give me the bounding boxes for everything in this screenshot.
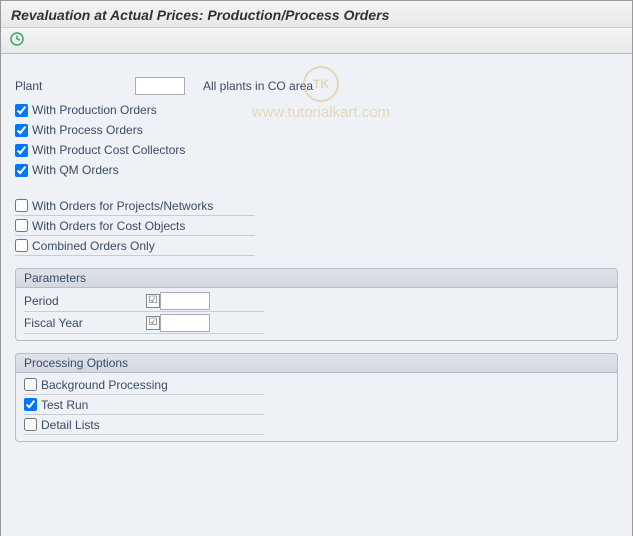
checkbox-detail-lists: Detail Lists	[24, 415, 264, 435]
processing-options-title: Processing Options	[16, 354, 617, 373]
period-input[interactable]	[160, 292, 210, 310]
checkbox-production-orders: With Production Orders	[15, 100, 618, 120]
checkbox-test-run: Test Run	[24, 395, 264, 415]
checkbox-production-orders-label: With Production Orders	[32, 103, 157, 117]
checkbox-production-orders-input[interactable]	[15, 104, 28, 117]
required-icon: ☑	[146, 294, 160, 308]
checkbox-background-processing-input[interactable]	[24, 378, 37, 391]
processing-options-group: Processing Options Background Processing…	[15, 353, 618, 442]
checkbox-process-orders: With Process Orders	[15, 120, 618, 140]
checkbox-background-processing-label: Background Processing	[41, 378, 168, 392]
order-checks-section: With Orders for Projects/Networks With O…	[15, 196, 618, 256]
checkbox-combined-only-input[interactable]	[15, 239, 28, 252]
parameters-group: Parameters Period ☑ Fiscal Year ☑	[15, 268, 618, 341]
checkbox-cost-objects: With Orders for Cost Objects	[15, 216, 255, 236]
page-title: Revaluation at Actual Prices: Production…	[11, 7, 622, 23]
checkbox-cost-collectors-label: With Product Cost Collectors	[32, 143, 185, 157]
checkbox-cost-objects-input[interactable]	[15, 219, 28, 232]
plant-input[interactable]	[135, 77, 185, 95]
checkbox-test-run-label: Test Run	[41, 398, 88, 412]
period-label: Period	[24, 294, 144, 308]
checkbox-detail-lists-label: Detail Lists	[41, 418, 100, 432]
content-area: TK www.tutorialkart.com Plant All plants…	[1, 54, 632, 536]
checkbox-process-orders-input[interactable]	[15, 124, 28, 137]
checkbox-cost-collectors-input[interactable]	[15, 144, 28, 157]
checkbox-projects-networks-label: With Orders for Projects/Networks	[32, 199, 213, 213]
checkbox-qm-orders-label: With QM Orders	[32, 163, 119, 177]
plant-hint: All plants in CO area	[203, 79, 313, 93]
checkbox-projects-networks-input[interactable]	[15, 199, 28, 212]
execute-icon[interactable]	[9, 31, 29, 49]
checkbox-background-processing: Background Processing	[24, 375, 264, 395]
checkbox-cost-collectors: With Product Cost Collectors	[15, 140, 618, 160]
parameters-title: Parameters	[16, 269, 617, 288]
checkbox-detail-lists-input[interactable]	[24, 418, 37, 431]
fiscal-year-row: Fiscal Year ☑	[24, 312, 264, 334]
required-icon: ☑	[146, 316, 160, 330]
checkbox-test-run-input[interactable]	[24, 398, 37, 411]
checkbox-cost-objects-label: With Orders for Cost Objects	[32, 219, 185, 233]
title-bar: Revaluation at Actual Prices: Production…	[1, 1, 632, 28]
checkbox-qm-orders: With QM Orders	[15, 160, 618, 180]
plant-label: Plant	[15, 79, 135, 93]
period-row: Period ☑	[24, 290, 264, 312]
plant-row: Plant All plants in CO area	[15, 76, 618, 96]
checkbox-combined-only: Combined Orders Only	[15, 236, 255, 256]
checkbox-combined-only-label: Combined Orders Only	[32, 239, 155, 253]
toolbar	[1, 28, 632, 54]
fiscal-year-label: Fiscal Year	[24, 316, 144, 330]
checkbox-process-orders-label: With Process Orders	[32, 123, 143, 137]
checkbox-projects-networks: With Orders for Projects/Networks	[15, 196, 255, 216]
fiscal-year-input[interactable]	[160, 314, 210, 332]
checkbox-qm-orders-input[interactable]	[15, 164, 28, 177]
